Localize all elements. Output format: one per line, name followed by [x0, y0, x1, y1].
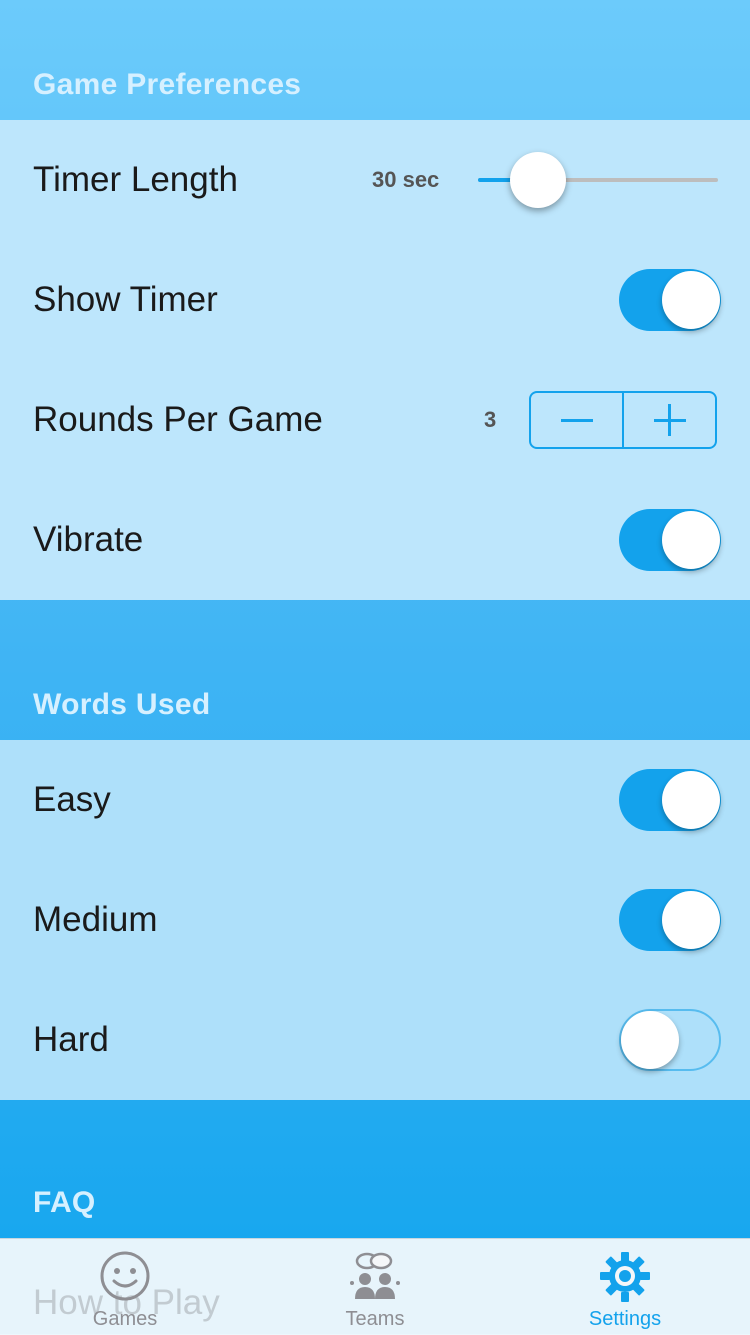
- game-preferences-group: Timer Length 30 sec Show Timer Rounds Pe…: [0, 120, 750, 600]
- timer-length-label: Timer Length: [33, 160, 238, 199]
- toggle-knob: [662, 271, 720, 329]
- tab-settings[interactable]: Settings: [500, 1239, 750, 1335]
- rounds-per-game-row: Rounds Per Game 3: [0, 360, 750, 480]
- show-timer-row: Show Timer: [0, 240, 750, 360]
- toggle-knob: [621, 1011, 679, 1069]
- rounds-stepper: [529, 391, 717, 449]
- section-title: Game Preferences: [33, 68, 302, 101]
- section-header-faq: FAQ: [0, 1100, 750, 1238]
- toggle-knob: [662, 771, 720, 829]
- increment-button[interactable]: [622, 393, 715, 447]
- show-timer-toggle[interactable]: [619, 269, 721, 331]
- timer-length-slider[interactable]: [478, 152, 718, 208]
- vibrate-row: Vibrate: [0, 480, 750, 600]
- people-chat-icon: [350, 1252, 400, 1299]
- smiley-icon: [100, 1251, 150, 1301]
- slider-thumb[interactable]: [510, 152, 566, 208]
- show-timer-label: Show Timer: [33, 280, 218, 319]
- easy-row: Easy: [0, 740, 750, 860]
- section-header-words-used: Words Used: [0, 600, 750, 740]
- tab-label: Teams: [345, 1308, 405, 1330]
- hard-toggle[interactable]: [619, 1009, 721, 1071]
- tab-teams[interactable]: Teams: [250, 1239, 500, 1335]
- easy-label: Easy: [33, 780, 111, 819]
- toggle-knob: [662, 511, 720, 569]
- timer-length-row: Timer Length 30 sec: [0, 120, 750, 240]
- easy-toggle[interactable]: [619, 769, 721, 831]
- section-title: Words Used: [33, 688, 211, 721]
- rounds-per-game-value: 3: [484, 407, 497, 432]
- medium-toggle[interactable]: [619, 889, 721, 951]
- section-title: FAQ: [33, 1186, 96, 1219]
- rounds-per-game-label: Rounds Per Game: [33, 400, 323, 439]
- tab-games[interactable]: Games: [0, 1239, 250, 1335]
- section-header-game-preferences: Game Preferences: [0, 0, 750, 120]
- hard-label: Hard: [33, 1020, 109, 1059]
- vibrate-label: Vibrate: [33, 520, 144, 559]
- tab-label: Games: [92, 1308, 158, 1330]
- toggle-knob: [662, 891, 720, 949]
- medium-row: Medium: [0, 860, 750, 980]
- tab-bar: How to Play Games Teams Settings: [0, 1238, 750, 1335]
- gear-icon: [600, 1252, 650, 1302]
- tab-label: Settings: [588, 1308, 662, 1330]
- minus-icon: [560, 418, 593, 422]
- decrement-button[interactable]: [531, 393, 622, 447]
- vibrate-toggle[interactable]: [619, 509, 721, 571]
- timer-length-value: 30 sec: [372, 167, 440, 192]
- words-used-group: Easy Medium Hard: [0, 740, 750, 1100]
- medium-label: Medium: [33, 900, 158, 939]
- hard-row: Hard: [0, 980, 750, 1100]
